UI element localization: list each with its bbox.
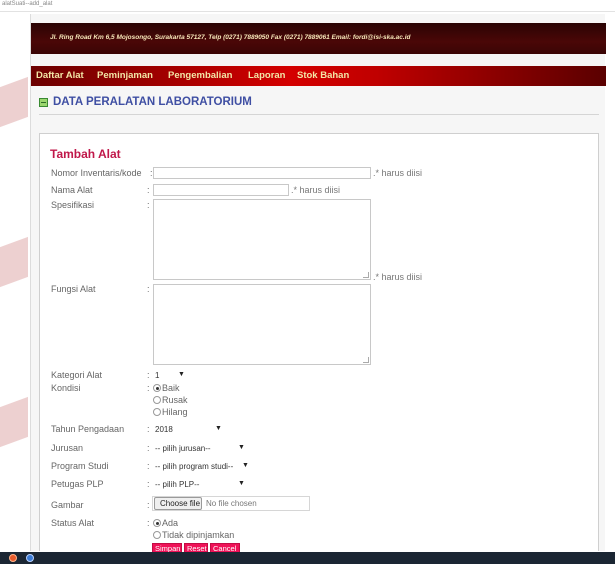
status-tidak-dipinjamkan-label: Tidak dipinjamkan (162, 530, 235, 540)
start-menu-icon[interactable] (9, 554, 17, 562)
add-tool-form: Tambah Alat Nomor Inventaris/kode : .* h… (39, 133, 599, 554)
fungsi-colon: : (147, 284, 150, 294)
tahun-select[interactable]: 2018 ▼ (150, 423, 225, 435)
choose-file-label: Choose file (160, 499, 201, 508)
jurusan-value: -- pilih jurusan-- (155, 444, 211, 453)
nomor-label: Nomor Inventaris/kode (51, 168, 142, 178)
form-title: Tambah Alat (50, 147, 121, 161)
petugas-label: Petugas PLP (51, 479, 104, 489)
prodi-value: -- pilih program studi-- (155, 462, 234, 471)
left-background (0, 12, 30, 552)
nav-item-daftar-alat[interactable]: Daftar Alat (36, 70, 84, 81)
petugas-select[interactable]: -- pilih PLP-- ▼ (150, 478, 248, 490)
nama-label: Nama Alat (51, 185, 93, 195)
nama-required: .* harus diisi (291, 185, 341, 195)
watermark-shape (0, 76, 28, 128)
kondisi-hilang-label: Hilang (162, 407, 188, 417)
site-header: Jl. Ring Road Km 6,5 Mojosongo, Surakart… (31, 23, 606, 54)
chevron-down-icon: ▼ (215, 425, 222, 432)
document-icon (39, 98, 48, 107)
title-divider (39, 114, 599, 115)
browser-address-bar[interactable]: alatSuati--add_alat (0, 0, 615, 12)
nav-item-laporan[interactable]: Laporan (248, 70, 285, 81)
page-title: DATA PERALATAN LABORATORIUM (53, 96, 252, 108)
prodi-label: Program Studi (51, 461, 109, 471)
choose-file-button[interactable]: Choose file (154, 497, 202, 510)
kondisi-rusak-label: Rusak (162, 395, 188, 405)
nomor-required: .* harus diisi (373, 168, 423, 178)
nomor-input[interactable] (153, 167, 371, 179)
nama-colon: : (147, 185, 150, 195)
spesifikasi-textarea[interactable] (153, 199, 371, 280)
chevron-down-icon: ▼ (178, 371, 185, 378)
radio-unchecked-icon[interactable] (153, 396, 161, 404)
header-address: Jl. Ring Road Km 6,5 Mojosongo, Surakart… (50, 34, 411, 41)
kategori-select[interactable]: 1 ▼ (150, 369, 190, 381)
tahun-label: Tahun Pengadaan (51, 424, 125, 434)
file-status: No file chosen (206, 499, 257, 508)
fungsi-label: Fungsi Alat (51, 284, 96, 294)
gambar-label: Gambar (51, 500, 84, 510)
browser-icon[interactable] (26, 554, 34, 562)
radio-unchecked-icon[interactable] (153, 531, 161, 539)
tahun-value: 2018 (155, 425, 173, 434)
browser-url: alatSuati--add_alat (2, 1, 53, 7)
chevron-down-icon: ▼ (238, 480, 245, 487)
status-ada-label: Ada (162, 518, 179, 528)
kondisi-colon: : (147, 383, 150, 393)
main-nav: Daftar Alat Peminjaman Pengembalian Lapo… (31, 66, 606, 86)
radio-unchecked-icon[interactable] (153, 408, 161, 416)
chevron-down-icon: ▼ (242, 462, 249, 469)
fungsi-textarea[interactable] (153, 284, 371, 365)
watermark-shape (0, 236, 28, 288)
gambar-colon: : (147, 500, 150, 510)
kategori-label: Kategori Alat (51, 370, 103, 380)
spesifikasi-required: .* harus diisi (373, 272, 423, 282)
page-container: Jl. Ring Road Km 6,5 Mojosongo, Surakart… (30, 14, 606, 554)
chevron-down-icon: ▼ (238, 444, 245, 451)
nav-item-pengembalian[interactable]: Pengembalian (168, 70, 232, 81)
status-colon: : (147, 518, 150, 528)
jurusan-label: Jurusan (51, 443, 84, 453)
status-label: Status Alat (51, 518, 95, 528)
os-taskbar (0, 552, 615, 564)
jurusan-select[interactable]: -- pilih jurusan-- ▼ (150, 442, 248, 454)
kondisi-label: Kondisi (51, 383, 81, 393)
nav-item-peminjaman[interactable]: Peminjaman (97, 70, 153, 81)
kondisi-baik-label: Baik (162, 383, 180, 393)
watermark-shape (0, 396, 28, 448)
kategori-value: 1 (155, 371, 160, 380)
prodi-select[interactable]: -- pilih program studi-- ▼ (150, 460, 252, 472)
nama-input[interactable] (153, 184, 289, 196)
radio-checked-icon[interactable] (153, 384, 161, 392)
radio-checked-icon[interactable] (153, 519, 161, 527)
nav-item-stok-bahan[interactable]: Stok Bahan (297, 70, 349, 81)
spesifikasi-colon: : (147, 200, 150, 210)
petugas-value: -- pilih PLP-- (155, 480, 200, 489)
right-background (605, 12, 615, 552)
spesifikasi-label: Spesifikasi (51, 200, 95, 210)
